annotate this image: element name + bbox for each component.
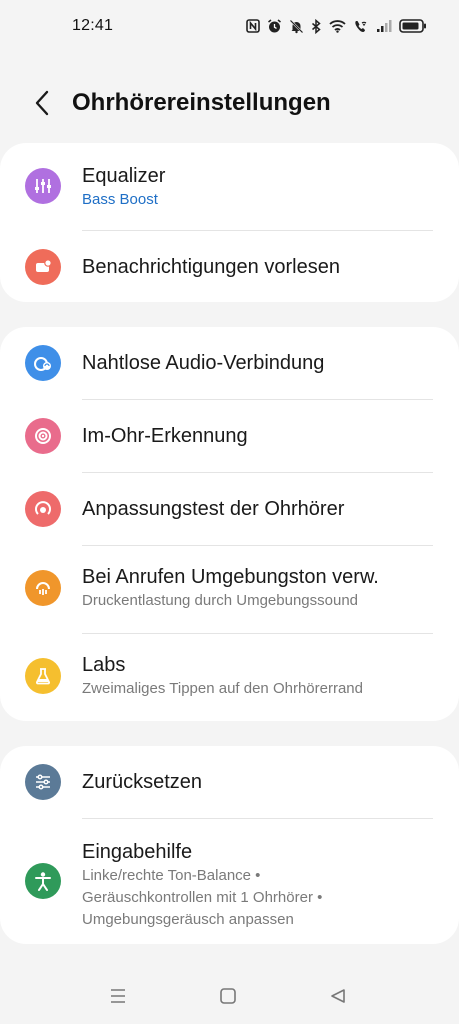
nfc-icon <box>246 19 260 33</box>
labs-item[interactable]: Labs Zweimaliges Tippen auf den Ohrhörer… <box>0 634 459 721</box>
accessibility-subtitle-line-3: Umgebungsgeräusch anpassen <box>82 911 294 928</box>
home-icon <box>220 988 236 1004</box>
mute-icon <box>289 19 304 33</box>
ambient-sound-subtitle: Druckentlastung durch Umgebungssound <box>82 592 358 609</box>
wifi-call-icon <box>355 20 367 32</box>
notification-read-icon <box>25 249 61 285</box>
fit-test-item[interactable]: Anpassungstest der Ohrhörer <box>0 473 459 545</box>
battery-icon <box>399 19 426 33</box>
ambient-sound-item[interactable]: Bei Anrufen Umgebungston verw. Druckentl… <box>0 546 459 633</box>
equalizer-subtitle: Bass Boost <box>82 191 158 208</box>
labs-title: Labs <box>82 654 126 676</box>
audio-connection-icon <box>25 345 61 381</box>
wifi-icon <box>329 20 346 33</box>
settings-card-2: Nahtlose Audio-Verbindung Im-Ohr-Erkennu… <box>0 327 459 721</box>
signal-icon <box>377 20 392 32</box>
in-ear-detection-icon <box>25 418 61 454</box>
status-time: 12:41 <box>72 17 114 34</box>
nav-back-button[interactable] <box>328 986 348 1006</box>
accessibility-icon <box>25 863 61 899</box>
fit-test-icon <box>25 491 61 527</box>
accessibility-subtitle-line-2: Geräuschkontrollen mit 1 Ohrhörer • <box>82 889 323 906</box>
back-button[interactable] <box>22 83 62 123</box>
in-ear-detection-title: Im-Ohr-Erkennung <box>82 425 248 447</box>
seamless-audio-item[interactable]: Nahtlose Audio-Verbindung <box>0 327 459 399</box>
accessibility-item[interactable]: Eingabehilfe Linke/rechte Ton-Balance • … <box>0 819 459 944</box>
notifications-read-item[interactable]: Benachrichtigungen vorlesen <box>0 231 459 302</box>
labs-flask-icon <box>25 658 61 694</box>
page-title: Ohrhörereinstellungen <box>72 89 331 116</box>
notifications-read-title: Benachrichtigungen vorlesen <box>82 256 340 278</box>
navigation-bar <box>0 968 459 1024</box>
recents-button[interactable] <box>108 986 128 1006</box>
status-bar: 12:41 <box>0 0 459 52</box>
labs-subtitle: Zweimaliges Tippen auf den Ohrhörerrand <box>82 680 363 697</box>
reset-sliders-icon <box>25 764 61 800</box>
alarm-icon <box>268 18 281 32</box>
in-ear-detection-item[interactable]: Im-Ohr-Erkennung <box>0 400 459 472</box>
equalizer-title: Equalizer <box>82 165 166 187</box>
ambient-sound-icon <box>25 570 61 606</box>
app-header: Ohrhörereinstellungen <box>0 78 459 128</box>
recents-icon <box>111 989 125 1003</box>
home-button[interactable] <box>218 986 238 1006</box>
back-icon <box>331 989 345 1003</box>
equalizer-icon <box>25 168 61 204</box>
settings-card-1: Equalizer Bass Boost Benachrichtigungen … <box>0 143 459 302</box>
accessibility-title: Eingabehilfe <box>82 841 193 863</box>
ambient-sound-title: Bei Anrufen Umgebungston verw. <box>82 566 379 588</box>
settings-card-3: Zurücksetzen Eingabehilfe Linke/rechte T… <box>0 746 459 944</box>
reset-title: Zurücksetzen <box>82 771 203 793</box>
accessibility-subtitle-line-1: Linke/rechte Ton-Balance • <box>82 867 261 884</box>
seamless-audio-title: Nahtlose Audio-Verbindung <box>82 352 325 374</box>
equalizer-item[interactable]: Equalizer Bass Boost <box>0 143 459 230</box>
back-arrow-icon <box>35 90 49 116</box>
reset-item[interactable]: Zurücksetzen <box>0 746 459 818</box>
fit-test-title: Anpassungstest der Ohrhörer <box>82 498 345 520</box>
status-icons <box>246 18 427 34</box>
bluetooth-icon <box>312 18 321 34</box>
